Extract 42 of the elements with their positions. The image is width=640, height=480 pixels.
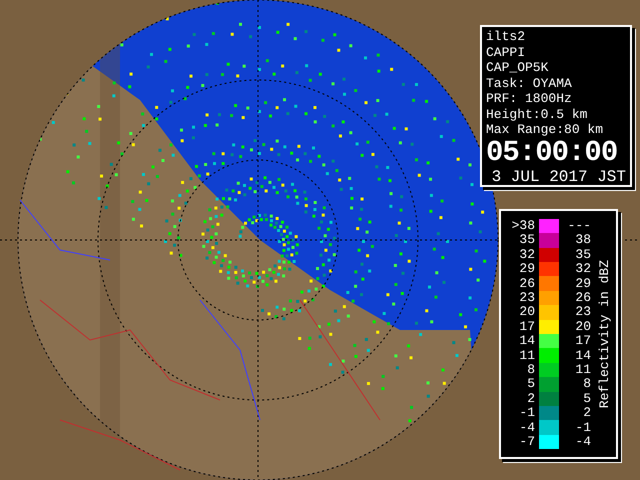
legend-low-label: -1	[518, 406, 535, 420]
legend-low-label: 5	[526, 377, 535, 392]
legend-low-label: 32	[518, 248, 535, 262]
date-text: 3 JUL 2017 JST	[490, 168, 626, 186]
legend-low-label: 14	[518, 334, 535, 348]
legend-low-label: >38	[510, 219, 535, 234]
legend-high-label: 29	[574, 276, 591, 291]
info-text: PRF: 1800Hz	[486, 91, 573, 106]
legend-title: Reflectivity in dBZ	[597, 260, 612, 408]
info-text: Max Range:80 km	[486, 122, 604, 138]
info-text: Height:0.5 km	[486, 106, 588, 122]
legend-high-label: 2	[582, 406, 591, 420]
legend-high-label: 14	[574, 348, 591, 363]
legend-low-label: 20	[518, 305, 535, 320]
legend-high-label: -1	[574, 420, 591, 435]
legend-low-label: 26	[518, 276, 535, 291]
legend-low-label: 29	[518, 262, 535, 276]
legend-low-label: 23	[518, 291, 535, 306]
legend-high-label: 20	[574, 320, 591, 334]
info-text: Task: OYAMA	[486, 76, 573, 91]
legend-high-label: 26	[574, 291, 591, 306]
legend-high-label: 11	[574, 362, 591, 377]
legend-high-label: 17	[574, 334, 591, 348]
legend-high-label: -4	[574, 434, 591, 449]
legend-high-label: 35	[574, 248, 591, 262]
legend-high-label: 23	[574, 305, 591, 320]
legend-high-label: 38	[574, 233, 591, 248]
info-text: CAP_OP5K	[486, 60, 550, 76]
legend-low-label: -4	[518, 420, 535, 435]
legend-low-label: 17	[518, 320, 535, 334]
legend-high-label: ---	[566, 219, 591, 234]
info-text: CAPPI	[486, 44, 526, 60]
legend-low-label: 2	[526, 392, 535, 406]
legend-low-label: -7	[518, 434, 535, 449]
legend-low-label: 8	[526, 362, 535, 377]
legend-high-label: 8	[582, 377, 591, 392]
legend-high-label: 32	[574, 262, 591, 276]
legend-low-label: 35	[518, 233, 535, 248]
info-text: ilts2	[486, 29, 526, 44]
time-text: 05:00:00	[486, 138, 618, 168]
legend-high-label: 5	[582, 392, 591, 406]
legend-low-label: 11	[518, 348, 535, 363]
